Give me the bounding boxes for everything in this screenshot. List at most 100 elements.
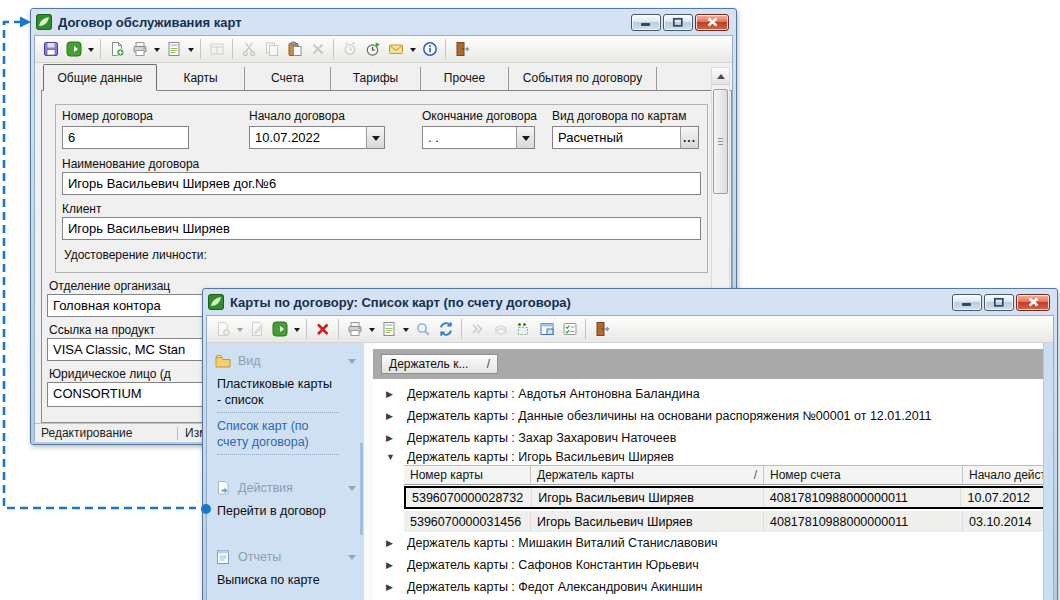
run-dropdown-icon[interactable]: [291, 318, 302, 341]
mail-icon[interactable]: [384, 38, 407, 61]
table-row[interactable]: 5396070000031456 Игорь Васильевич Ширяев…: [404, 511, 1043, 532]
run-dropdown-icon[interactable]: [85, 38, 96, 61]
delete-icon[interactable]: [311, 318, 334, 341]
group-row[interactable]: Держатель карты : Авдотья Антоновна Бала…: [373, 383, 1043, 405]
print-dropdown-icon[interactable]: [151, 38, 162, 61]
contract-name-input[interactable]: Игорь Васильевич Ширяев дог.№6: [62, 172, 701, 195]
group-row[interactable]: Держатель карты : Захар Захарович Наточе…: [373, 427, 1043, 449]
export-icon[interactable]: [377, 318, 400, 341]
export-icon[interactable]: [162, 38, 185, 61]
tab-tariffs[interactable]: Тарифы: [331, 67, 421, 90]
delete-icon[interactable]: [306, 38, 329, 61]
collapse-icon[interactable]: [348, 555, 356, 564]
search-icon[interactable]: [411, 318, 434, 341]
group-row[interactable]: Держатель карты : Федот Александрович Ак…: [373, 576, 1043, 598]
start-date-label: Начало договора: [249, 109, 345, 123]
exit-icon[interactable]: [450, 38, 473, 61]
app-leaf-icon: [36, 14, 52, 30]
column-header-account[interactable]: Номер счета: [764, 466, 963, 484]
column-header-holder[interactable]: Держатель карты/: [531, 466, 764, 484]
paste-icon[interactable]: [283, 38, 306, 61]
titlebar-contract[interactable]: Договор обслуживания карт: [34, 9, 733, 35]
exit-icon[interactable]: [590, 318, 613, 341]
ellipsis-button[interactable]: ...: [680, 127, 698, 148]
group-row[interactable]: Держатель карты : Мишакин Виталий Станис…: [373, 532, 1043, 554]
export-dropdown-icon[interactable]: [185, 38, 196, 61]
new-document-icon[interactable]: [105, 38, 128, 61]
maximize-button[interactable]: [663, 14, 693, 31]
dropdown-icon[interactable]: [366, 127, 384, 148]
end-date-combo[interactable]: . .: [422, 126, 535, 149]
minimize-button[interactable]: [952, 294, 982, 311]
print-icon[interactable]: [343, 318, 366, 341]
group-row[interactable]: Держатель карты : Данные обезличины на о…: [373, 405, 1043, 427]
expand-icon[interactable]: [386, 389, 398, 399]
close-button[interactable]: [695, 14, 729, 31]
column-header-card-number[interactable]: Номер карты: [404, 466, 531, 484]
client-input[interactable]: Игорь Васильевич Ширяев: [62, 217, 701, 240]
tab-accounts[interactable]: Счета: [245, 67, 331, 90]
column-header-start[interactable]: Начало действ: [963, 466, 1043, 484]
mail-dropdown-icon[interactable]: [407, 38, 418, 61]
save-icon[interactable]: [39, 38, 62, 61]
group-row-expanded[interactable]: Держатель карты : Игорь Васильевич Ширяе…: [373, 449, 1043, 465]
scroll-up-icon[interactable]: [712, 68, 729, 85]
list-scrollbar[interactable]: [1043, 343, 1053, 600]
dropdown-icon[interactable]: [516, 127, 534, 148]
minimize-button[interactable]: [631, 14, 661, 31]
copy-icon[interactable]: [260, 38, 283, 61]
legal-entity-label: Юридическое лицо (д: [49, 367, 171, 381]
sidebar-section-actions[interactable]: Действия: [207, 478, 364, 498]
expand-icon[interactable]: [386, 411, 398, 421]
edit-icon[interactable]: [245, 318, 268, 341]
close-button[interactable]: [1016, 294, 1050, 311]
sidebar-item-goto-contract[interactable]: Перейти в договор: [217, 503, 339, 523]
sidebar-item-card-list[interactable]: Список карт (по счету договора): [217, 418, 339, 455]
sidebar-item-plastic-cards[interactable]: Пластиковые карты - список: [217, 376, 339, 413]
sidebar-section-view[interactable]: Вид: [207, 351, 364, 371]
card-type-field[interactable]: Расчетный...: [552, 126, 699, 149]
table-row-selected[interactable]: 5396070000028732 Игорь Васильевич Ширяев…: [404, 486, 1043, 509]
checklist-icon[interactable]: [558, 318, 581, 341]
print-icon[interactable]: [128, 38, 151, 61]
collapse-icon[interactable]: [386, 452, 398, 462]
add-icon[interactable]: [211, 318, 234, 341]
tab-events[interactable]: События по договору: [509, 67, 657, 90]
collapse-icon[interactable]: [348, 359, 356, 368]
cut-icon[interactable]: [237, 38, 260, 61]
window-icon[interactable]: [535, 318, 558, 341]
add-dropdown-icon[interactable]: [234, 318, 245, 341]
scroll-thumb[interactable]: [713, 89, 728, 194]
splitter[interactable]: [364, 343, 373, 600]
tab-other[interactable]: Прочее: [421, 67, 509, 90]
start-date-combo[interactable]: 10.07.2022: [249, 126, 385, 149]
sidebar-scroll-thumb[interactable]: [360, 443, 363, 535]
expand-icon[interactable]: [386, 582, 398, 592]
titlebar-card-list[interactable]: Карты по договору: Список карт (по счету…: [206, 289, 1054, 315]
group-row[interactable]: Держатель карты : Сафонов Константин Юрь…: [373, 554, 1043, 576]
refresh-icon[interactable]: [434, 318, 457, 341]
maximize-button[interactable]: [984, 294, 1014, 311]
group-column-chip[interactable]: Держатель к... /: [381, 354, 498, 374]
contract-number-input[interactable]: 6: [62, 126, 189, 149]
sidebar-section-reports[interactable]: Отчеты: [207, 547, 364, 567]
tab-cards[interactable]: Карты: [157, 67, 245, 90]
print-dropdown-icon[interactable]: [366, 318, 377, 341]
export-dropdown-icon[interactable]: [400, 318, 411, 341]
info-icon[interactable]: [418, 38, 441, 61]
fit-icon[interactable]: [512, 318, 535, 341]
forward-icon[interactable]: [466, 318, 489, 341]
collapse-icon[interactable]: [348, 486, 356, 495]
run-icon[interactable]: [268, 318, 291, 341]
run-icon[interactable]: [62, 38, 85, 61]
expand-icon[interactable]: [386, 538, 398, 548]
layers-icon[interactable]: [489, 318, 512, 341]
org-branch-label: Отделение организац: [49, 279, 170, 293]
merge-icon[interactable]: [205, 38, 228, 61]
expand-icon[interactable]: [386, 560, 398, 570]
tab-general[interactable]: Общие данные: [43, 64, 157, 91]
reminder-icon[interactable]: [338, 38, 361, 61]
expand-icon[interactable]: [386, 433, 398, 443]
sidebar-item-card-statement[interactable]: Выписка по карте: [217, 572, 339, 592]
history-icon[interactable]: [361, 38, 384, 61]
